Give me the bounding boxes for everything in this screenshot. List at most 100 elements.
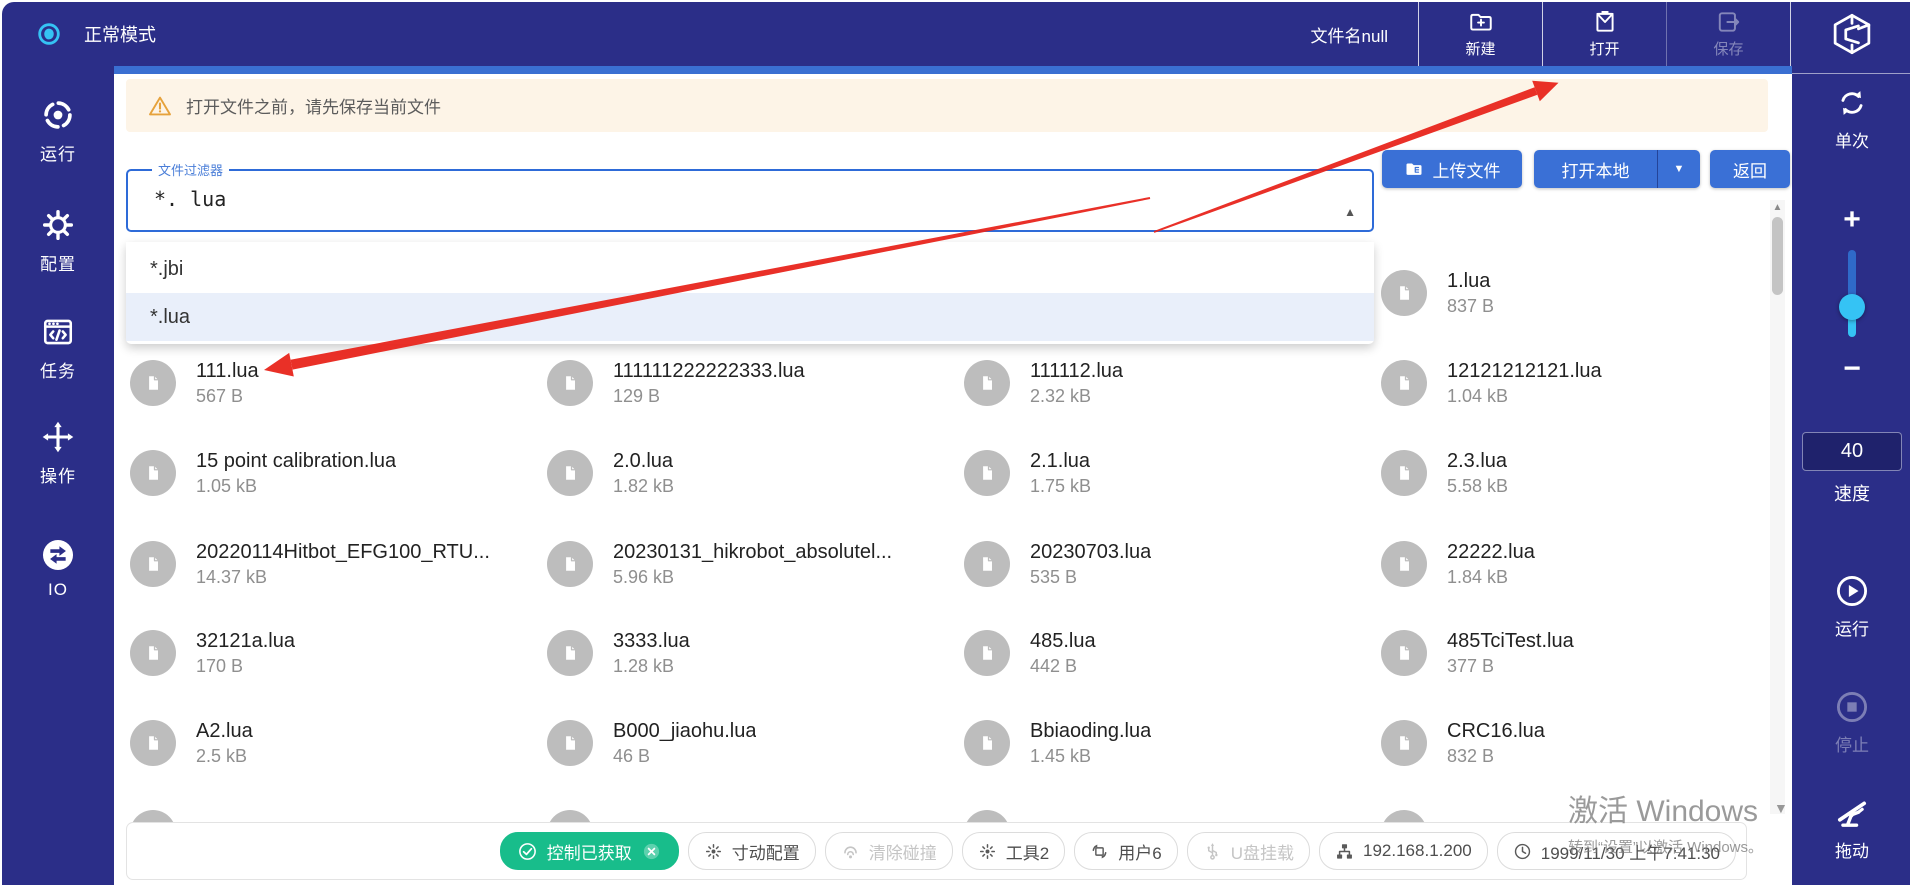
file-item[interactable]: 485TciTest.lua 377 B [1381,625,1781,681]
run-button[interactable]: 运行 [1792,574,1910,640]
close-circle-icon[interactable] [641,841,662,862]
file-size: 46 B [613,744,756,768]
file-size: 535 B [1030,565,1151,589]
new-file-button[interactable]: 新建 [1418,2,1542,66]
filter-option-jbi[interactable]: *.jbi [126,245,1374,293]
speed-minus-button[interactable]: − [1792,354,1910,384]
user-frame-icon [1090,842,1109,861]
save-icon [1716,9,1742,35]
control-acquired-label: 控制已获取 [547,839,632,864]
file-name: 111112.lua [1030,358,1123,384]
file-doc-icon [140,460,166,486]
file-size: 14.37 kB [196,565,490,589]
status-chip-6[interactable]: 用户6 [1074,832,1177,870]
file-doc-icon [1391,640,1417,666]
usb-icon [1203,842,1222,861]
gear-icon [41,208,75,242]
file-size: 567 B [196,384,259,408]
move-arrows-icon [41,420,75,454]
open-local-label[interactable]: 打开本地 [1534,157,1657,182]
sidebar-item-config[interactable]: 配置 [2,208,114,275]
drag-mode-button[interactable]: 拖动 [1792,796,1910,862]
status-bar: 控制已获取 寸动配置 清除碰撞 工具2 用户6 U盘挂载 192.168.1.2… [126,822,1747,880]
file-filter-value[interactable]: *. lua [154,187,1360,211]
file-name: Bbiaoding.lua [1030,718,1151,744]
file-name: 2.3.lua [1447,448,1508,474]
file-item[interactable]: 2.1.lua 1.75 kB [964,445,1364,501]
speed-slider-thumb[interactable] [1839,294,1865,320]
file-item[interactable]: CRC16.lua 832 B [1381,715,1781,771]
file-item[interactable]: 111111222222333.lua 129 B [547,355,947,411]
file-size: 170 B [196,654,295,678]
file-name: 485TciTest.lua [1447,628,1574,654]
file-name: 1.lua [1447,268,1494,294]
file-doc-icon [974,460,1000,486]
sidebar-item-run[interactable]: 运行 [2,98,114,165]
file-filter-dropdown: *.jbi*.lua [126,242,1374,344]
status-chip-2[interactable]: 工具2 [962,832,1065,870]
file-name: 111.lua [196,358,259,384]
status-chip-[interactable]: 寸动配置 [688,832,816,870]
file-size: 1.75 kB [1030,474,1091,498]
file-size: 377 B [1447,654,1574,678]
file-item[interactable]: Bbiaoding.lua 1.45 kB [964,715,1364,771]
status-chip-1999113074130[interactable]: 1999/11/30 上午7:41:30 [1497,832,1736,870]
io-exchange-icon [41,538,75,572]
topbar: 正常模式 文件名null 新建 打开 保存 [2,2,1910,66]
status-chip-192.168.1.200[interactable]: 192.168.1.200 [1319,832,1488,870]
file-filter-field[interactable]: 文件过滤器 *. lua ▲ [126,160,1374,232]
file-list-scrollbar[interactable]: ▲ [1770,200,1785,814]
mode-indicator[interactable]: 正常模式 [36,21,156,47]
file-item[interactable]: 485.lua 442 B [964,625,1364,681]
file-item[interactable]: 3333.lua 1.28 kB [547,625,947,681]
file-item[interactable]: 20220114Hitbot_EFG100_RTU... 14.37 kB [130,536,530,592]
open-local-button[interactable]: 打开本地 ▼ [1534,150,1700,188]
speed-label: 速度 [1792,480,1910,506]
content-accent-bar [114,66,1792,74]
file-item[interactable]: 111.lua 567 B [130,355,530,411]
scroll-up-icon[interactable]: ▲ [1770,202,1785,213]
file-item[interactable]: 12121212121.lua 1.04 kB [1381,355,1781,411]
caret-up-icon[interactable]: ▲ [1344,205,1356,219]
right-sidebar: 单次 + − 40 速度 运行 停止 拖动 [1792,2,1910,885]
control-acquired-chip[interactable]: 控制已获取 [500,832,679,870]
open-file-button[interactable]: 打开 [1542,2,1666,66]
file-size: 837 B [1447,294,1494,318]
file-size: 2.5 kB [196,744,253,768]
file-item[interactable]: 20230703.lua 535 B [964,536,1364,592]
file-item[interactable]: 20230131_hikrobot_absolutel... 5.96 kB [547,536,947,592]
file-item[interactable]: 1.lua 837 B [1381,265,1781,321]
file-doc-icon [974,551,1000,577]
back-button[interactable]: 返回 [1710,150,1790,188]
file-doc-icon [1391,460,1417,486]
warning-text: 打开文件之前，请先保存当前文件 [186,93,441,118]
file-item[interactable]: 32121a.lua 170 B [130,625,530,681]
topbar-actions: 新建 打开 保存 [1418,2,1790,66]
scrollbar-thumb[interactable] [1772,217,1783,295]
file-item[interactable]: 2.3.lua 5.58 kB [1381,445,1781,501]
single-cycle-label: 单次 [1835,127,1869,152]
upload-file-button[interactable]: 上传文件 [1382,150,1522,188]
file-item[interactable]: 15 point calibration.lua 1.05 kB [130,445,530,501]
open-local-dropdown-toggle[interactable]: ▼ [1657,150,1700,188]
file-item[interactable]: A2.lua 2.5 kB [130,715,530,771]
file-item[interactable]: 2.0.lua 1.82 kB [547,445,947,501]
sidebar-item-task[interactable]: 任务 [2,315,114,382]
filename-label: 文件名null [1311,2,1418,66]
single-cycle-button[interactable]: 单次 [1792,86,1910,152]
speed-value-field[interactable]: 40 [1802,432,1902,471]
filter-option-lua[interactable]: *.lua [126,293,1374,341]
brand-logo-icon [1830,12,1874,56]
file-size: 5.58 kB [1447,474,1508,498]
speed-slider[interactable] [1848,250,1856,335]
sidebar-item-operate[interactable]: 操作 [2,420,114,487]
speed-plus-button[interactable]: + [1792,205,1910,235]
file-item[interactable]: B000_jiaohu.lua 46 B [547,715,947,771]
file-doc-icon [974,370,1000,396]
upload-folder-icon [1404,159,1424,179]
upload-file-label: 上传文件 [1433,157,1501,182]
file-item[interactable]: 22222.lua 1.84 kB [1381,536,1781,592]
sidebar-item-io[interactable]: IO [2,538,114,600]
file-item[interactable]: 111112.lua 2.32 kB [964,355,1364,411]
stop-label: 停止 [1835,731,1869,756]
